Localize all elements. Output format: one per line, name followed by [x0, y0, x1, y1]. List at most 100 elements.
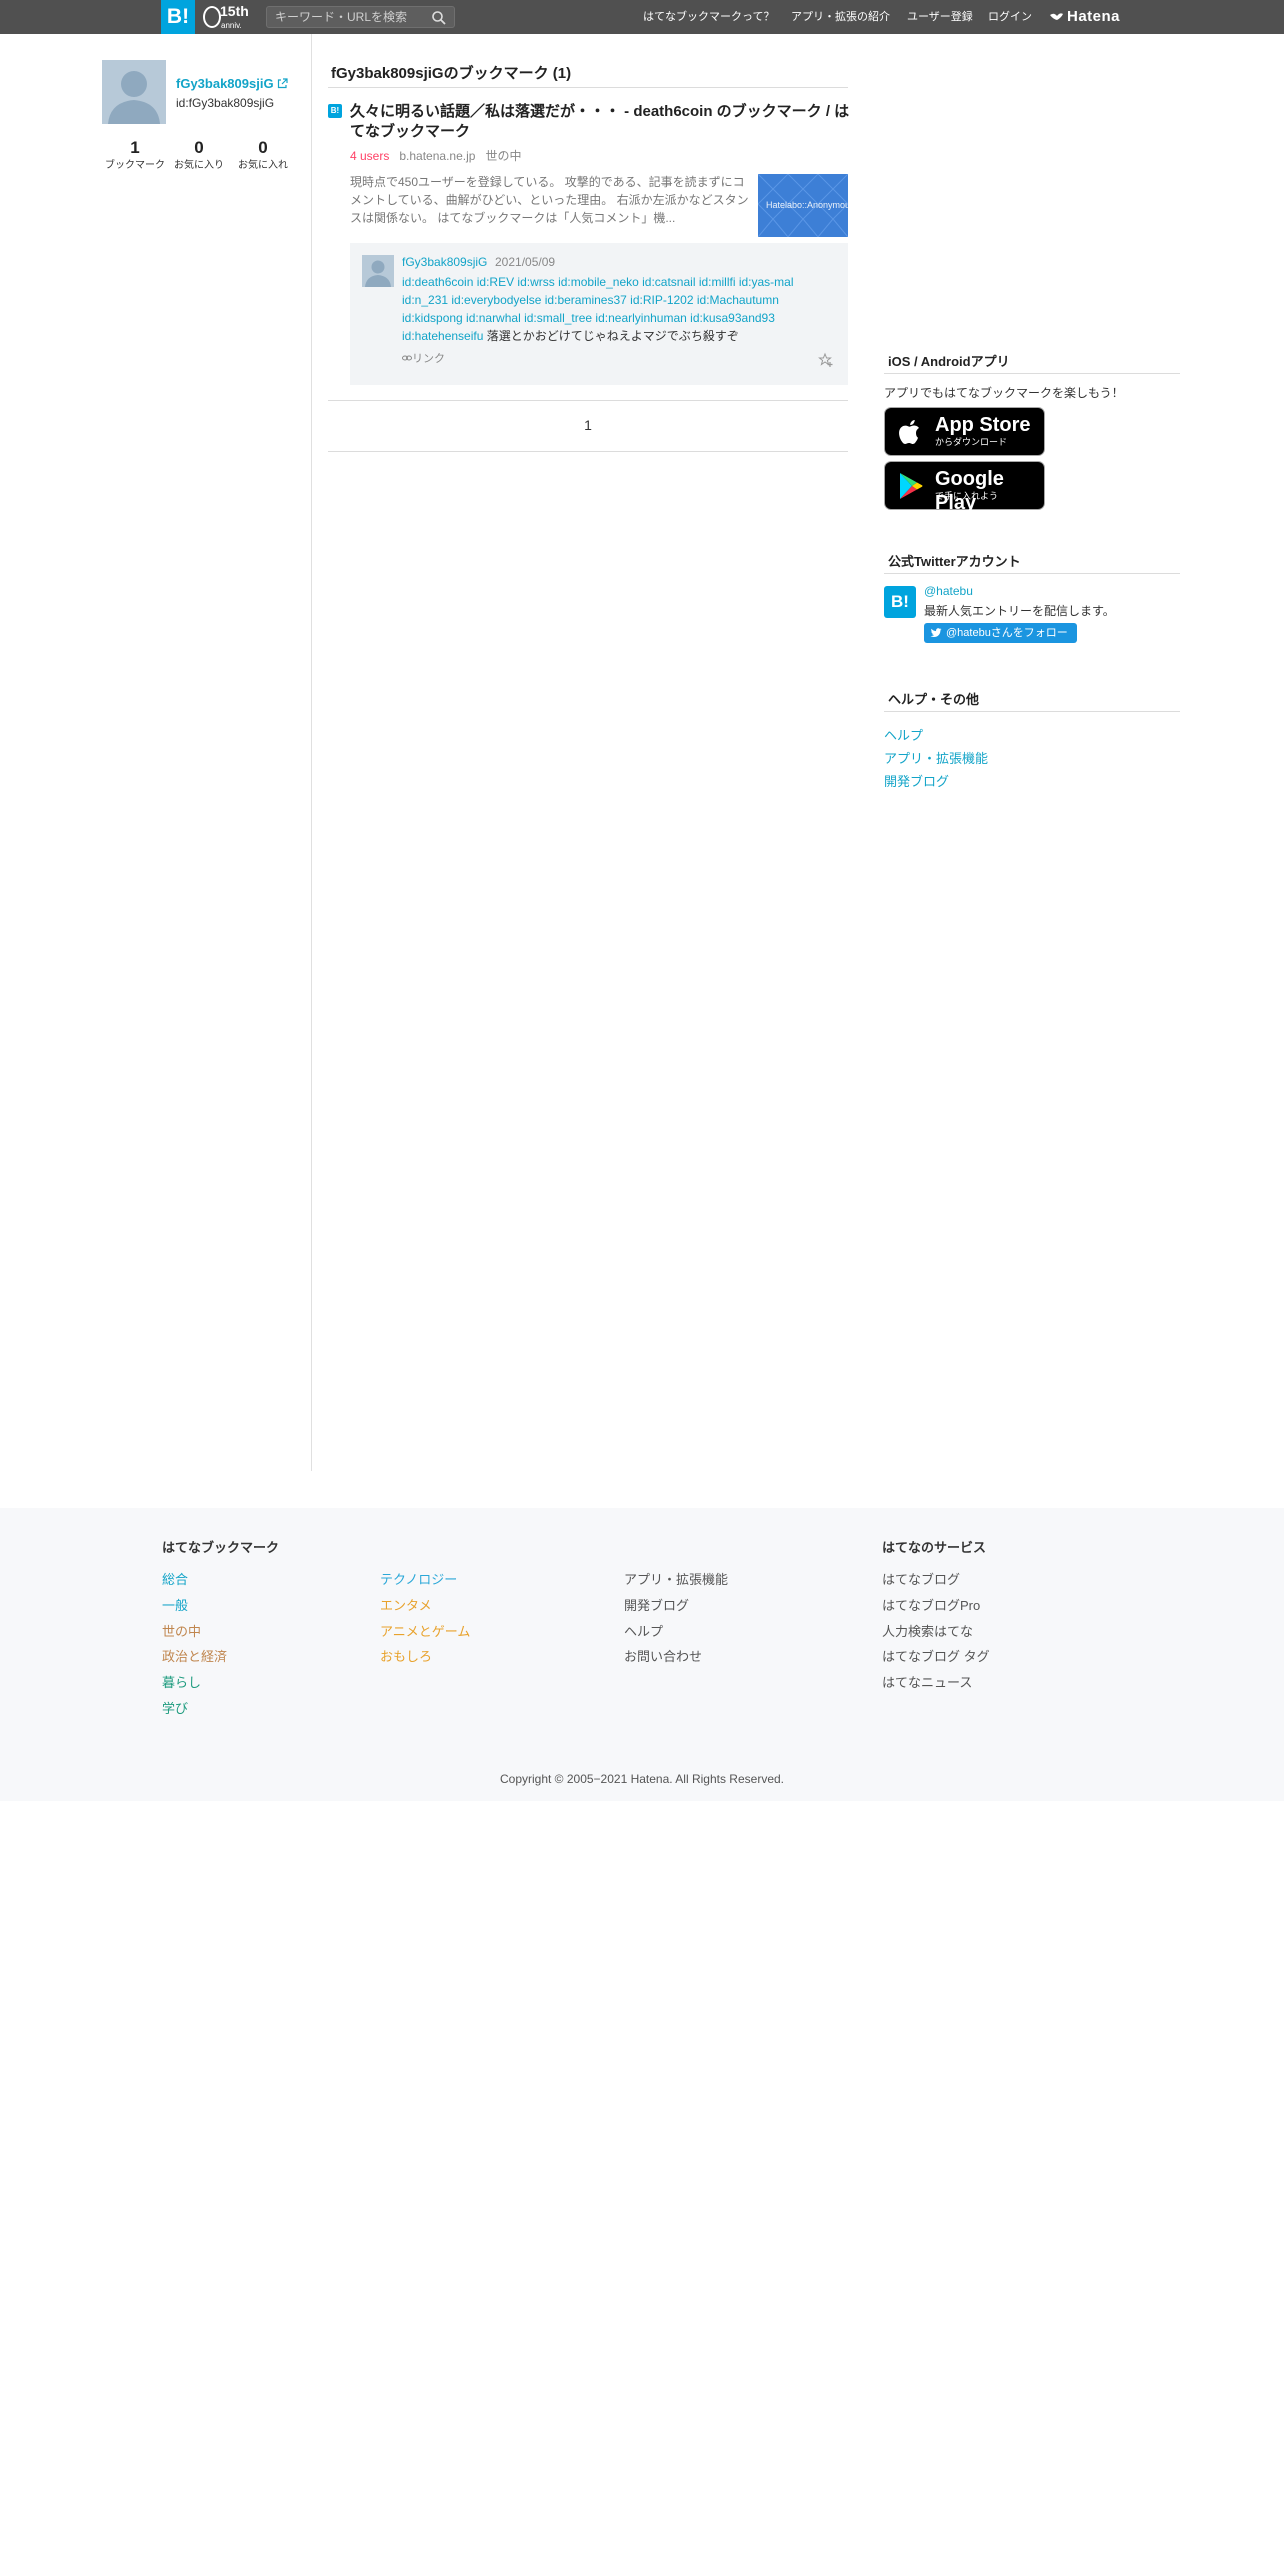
entry-description: 現時点で450ユーザーを登録している。 攻撃的である、記事を読まずにコメントして… — [350, 175, 749, 225]
pager-bottom-divider — [328, 451, 848, 452]
footer-category-social[interactable]: 世の中 — [162, 1621, 201, 1640]
app-store-sub: からダウンロード — [935, 437, 1008, 447]
page-title: fGy3bak809sjiGのブックマーク (1) — [331, 65, 572, 82]
comment-date[interactable]: 2021/05/09 — [495, 255, 555, 269]
apple-icon — [899, 420, 919, 444]
entry-host[interactable]: b.hatena.ne.jp — [399, 149, 475, 163]
footer-category-it[interactable]: テクノロジー — [380, 1569, 457, 1588]
apps-section-title: iOS / Androidアプリ — [888, 354, 1010, 369]
comment-permalink[interactable]: リンク — [402, 350, 445, 366]
nav-login[interactable]: ログイン — [988, 0, 1032, 34]
google-play-icon — [900, 473, 923, 499]
stat-number: 0 — [194, 138, 204, 157]
footer-service-blog[interactable]: はてなブログ — [882, 1569, 960, 1588]
footer-category-economics[interactable]: 政治と経済 — [162, 1646, 227, 1665]
default-avatar-icon — [108, 71, 160, 124]
add-star-icon[interactable] — [818, 352, 834, 368]
footer-category-general[interactable]: 総合 — [162, 1569, 188, 1588]
twitter-section-title: 公式Twitterアカウント — [888, 554, 1021, 569]
footer-contact-link[interactable]: お問い合わせ — [624, 1646, 702, 1665]
search-input[interactable] — [275, 9, 425, 25]
stat-favorited-by[interactable]: 0 お気に入れ — [230, 137, 296, 173]
nav-register[interactable]: ユーザー登録 — [907, 0, 973, 34]
stat-number: 1 — [130, 138, 140, 157]
apps-section-text: アプリでもはてなブックマークを楽しもう！ — [884, 386, 1124, 400]
anniversary-logo[interactable]: 15th anniv. — [203, 3, 253, 31]
nav-about[interactable]: はてなブックマークって？ — [643, 0, 774, 34]
profile-username[interactable]: fGy3bak809sjiG — [176, 76, 288, 91]
comment-body: 落選とかおどけてじゃねえよマジでぶち殺すぞ — [486, 329, 739, 343]
sidebar-devblog-link[interactable]: 開発ブログ — [884, 771, 949, 790]
top-bar: B! 15th anniv. はてなブックマークって？ アプリ・拡張の紹介 ユー… — [0, 0, 1284, 34]
apps-section-divider — [884, 373, 1180, 374]
thumbnail-text: Hatelabo::AnonymousDiary — [766, 200, 848, 210]
entry-thumbnail[interactable]: Hatelabo::AnonymousDiary — [758, 174, 848, 237]
external-link-icon — [278, 78, 288, 89]
stat-number: 0 — [258, 138, 268, 157]
footer-apps-link[interactable]: アプリ・拡張機能 — [624, 1569, 728, 1588]
search-box — [266, 6, 455, 28]
stat-bookmarks[interactable]: 1 ブックマーク — [102, 137, 168, 173]
footer-bookmark-title: はてなブックマーク — [162, 1540, 280, 1555]
pager-top-divider — [328, 400, 848, 401]
link-icon — [402, 355, 412, 361]
footer-devblog-link[interactable]: 開発ブログ — [624, 1595, 689, 1614]
footer-category-entertainment[interactable]: エンタメ — [380, 1595, 432, 1614]
default-avatar-icon — [365, 260, 391, 287]
hatena-logo-text: Hatena — [1067, 8, 1121, 25]
help-section-divider — [884, 711, 1180, 712]
footer-service-blogtag[interactable]: はてなブログ タグ — [882, 1646, 990, 1665]
entry-users-count[interactable]: 4 users — [350, 149, 389, 163]
google-play-button[interactable]: Google Play で手に入れよう — [884, 461, 1045, 514]
comment-text: id:death6coin id:REV id:wrss id:mobile_n… — [402, 273, 822, 345]
entry-title-link[interactable]: 久々に明るい話題／私は落選だが・・・ - death6coin のブックマーク … — [350, 102, 850, 142]
stat-label: ブックマーク — [105, 160, 165, 171]
footer-service-blogpro[interactable]: はてなブログPro — [882, 1595, 980, 1614]
sidebar-apps-link[interactable]: アプリ・拡張機能 — [884, 748, 988, 767]
comment-permalink-label: リンク — [412, 353, 445, 365]
nav-apps[interactable]: アプリ・拡張の紹介 — [791, 0, 890, 34]
comment-avatar[interactable] — [362, 255, 394, 287]
hatebu-logo[interactable]: B! — [161, 0, 195, 34]
app-store-label: App Store — [935, 414, 1031, 436]
footer-category-fun[interactable]: おもしろ — [380, 1646, 432, 1665]
avatar[interactable] — [102, 60, 166, 124]
footer-services-title: はてなのサービス — [882, 1540, 987, 1555]
sidebar-help-link[interactable]: ヘルプ — [884, 725, 923, 744]
footer-category-knowledge[interactable]: 学び — [162, 1698, 188, 1717]
help-section-title: ヘルプ・その他 — [888, 692, 980, 707]
twitter-follow-label: @hatebuさんをフォロー — [946, 627, 1068, 639]
anniversary-ring-icon — [203, 6, 221, 28]
left-column-divider — [311, 34, 312, 1471]
footer-service-question[interactable]: 人力検索はてな — [882, 1621, 973, 1640]
app-store-button[interactable]: App Store からダウンロード — [884, 407, 1045, 456]
twitter-handle-link[interactable]: @hatebu — [924, 584, 973, 598]
footer-help-link[interactable]: ヘルプ — [624, 1621, 663, 1640]
footer-category-life[interactable]: 暮らし — [162, 1672, 201, 1691]
twitter-follow-button[interactable]: @hatebuさんをフォロー — [924, 623, 1077, 643]
hatena-bird-icon — [1050, 13, 1063, 21]
footer-category-game[interactable]: アニメとゲーム — [380, 1621, 470, 1640]
entry-category[interactable]: 世の中 — [485, 149, 521, 163]
entry-meta: 4 users b.hatena.ne.jp 世の中 — [350, 147, 521, 164]
profile-id: id:fGy3bak809sjiG — [176, 96, 275, 110]
stat-favorites[interactable]: 0 お気に入り — [166, 137, 232, 173]
title-divider — [328, 87, 848, 88]
twitter-description: 最新人気エントリーを配信します。 — [924, 604, 1115, 618]
copyright: Copyright © 2005−2021 Hatena. All Rights… — [499, 1772, 784, 1786]
hatebu-entry-icon: B! — [328, 104, 342, 118]
anniversary-sub: anniv. — [221, 21, 242, 30]
anniversary-number: 15th — [220, 3, 249, 19]
hatebu-twitter-avatar[interactable]: B! — [884, 586, 916, 618]
profile-username-text: fGy3bak809sjiG — [176, 76, 274, 91]
twitter-bird-icon — [930, 628, 942, 637]
search-icon[interactable] — [431, 10, 447, 26]
google-play-sub: で手に入れよう — [935, 491, 999, 501]
pagination-page-1[interactable]: 1 — [580, 417, 596, 433]
stat-label: お気に入れ — [238, 160, 288, 171]
comment-username[interactable]: fGy3bak809sjiG — [402, 255, 487, 269]
footer-category-misc[interactable]: 一般 — [162, 1595, 188, 1614]
hatena-logo[interactable]: Hatena — [1049, 0, 1120, 34]
footer-service-news[interactable]: はてなニュース — [882, 1672, 972, 1691]
twitter-section-divider — [884, 573, 1180, 574]
